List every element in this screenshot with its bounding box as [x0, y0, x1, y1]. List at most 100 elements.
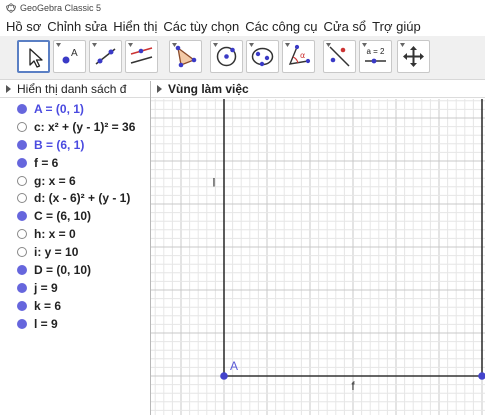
chevron-down-icon — [56, 43, 61, 47]
arrow-cursor-icon — [29, 48, 43, 68]
algebra-item[interactable]: C = (6, 10) — [0, 207, 150, 225]
polygon-icon — [175, 45, 197, 68]
toolbar: A α a = 2 — [0, 36, 485, 80]
graphics-view-title: Vùng làm việc — [168, 82, 249, 96]
visibility-toggle[interactable] — [17, 103, 27, 114]
algebra-list: A = (0, 1) c: x² + (y - 1)² = 36 B = (6, 1… — [0, 100, 150, 415]
conic-tool[interactable] — [246, 40, 279, 73]
collapse-triangle-icon[interactable] — [6, 85, 11, 93]
move-tool[interactable] — [17, 40, 50, 73]
chevron-down-icon — [128, 43, 133, 47]
circle-icon — [216, 46, 237, 67]
menu-window[interactable]: Cửa sổ — [324, 19, 367, 34]
algebra-view-header[interactable]: Hiển thị danh sách đ — [0, 81, 150, 98]
visibility-toggle[interactable] — [17, 282, 27, 293]
angle-icon: α — [288, 44, 311, 65]
visibility-toggle[interactable] — [17, 264, 27, 275]
algebra-item-text: j = 9 — [34, 280, 58, 295]
slider-tool[interactable]: a = 2 — [359, 40, 392, 73]
ellipse-icon — [251, 47, 274, 67]
collapse-triangle-icon[interactable] — [157, 85, 162, 93]
algebra-item-text: c: x² + (y - 1)² = 36 — [34, 119, 136, 134]
slider-value-label: a = 2 — [366, 47, 385, 56]
chevron-down-icon — [172, 43, 177, 47]
reflect-icon — [329, 46, 350, 67]
visibility-toggle[interactable] — [17, 157, 27, 168]
algebra-item[interactable]: d: (x - 6)² + (y - 1) — [0, 189, 150, 207]
algebra-item[interactable]: A = (0, 1) — [0, 100, 150, 118]
perpendicular-line-tool[interactable] — [125, 40, 158, 73]
chevron-down-icon — [92, 43, 97, 47]
algebra-item[interactable]: B = (6, 1) — [0, 136, 150, 154]
perpendicular-line-icon — [130, 47, 153, 64]
line-tool[interactable] — [89, 40, 122, 73]
point-B — [478, 372, 485, 380]
algebra-item[interactable]: j = 9 — [0, 279, 150, 297]
chevron-down-icon — [249, 43, 254, 47]
window-title: GeoGebra Classic 5 — [20, 3, 102, 13]
angle-alpha-label: α — [300, 51, 305, 60]
algebra-item-text: d: (x - 6)² + (y - 1) — [34, 191, 131, 206]
algebra-item[interactable]: D = (0, 10) — [0, 261, 150, 279]
visibility-toggle[interactable] — [17, 229, 27, 240]
angle-tool[interactable]: α — [282, 40, 315, 73]
circle-tool[interactable] — [210, 40, 243, 73]
chevron-down-icon — [213, 43, 218, 47]
svg-text:A: A — [71, 48, 78, 59]
menu-bar: Hồ sơ Chỉnh sửa Hiển thị Các tùy chọn Cá… — [0, 16, 485, 36]
geogebra-logo-icon — [6, 3, 16, 13]
algebra-item-text: D = (0, 10) — [34, 262, 92, 277]
chevron-down-icon — [285, 43, 290, 47]
move-view-icon — [403, 46, 424, 67]
algebra-item[interactable]: c: x² + (y - 1)² = 36 — [0, 118, 150, 136]
slider-icon: a = 2 — [365, 47, 386, 64]
algebra-item-text: h: x = 0 — [34, 227, 76, 242]
algebra-item[interactable]: g: x = 6 — [0, 172, 150, 190]
algebra-item[interactable]: l = 9 — [0, 315, 150, 333]
graphics-view[interactable]: fjklABCD — [151, 99, 485, 415]
chevron-down-icon — [400, 43, 405, 47]
menu-edit[interactable]: Chỉnh sửa — [47, 19, 107, 34]
algebra-item-text: C = (6, 10) — [34, 209, 92, 224]
graphics-view-header[interactable]: Vùng làm việc — [151, 81, 485, 98]
algebra-item[interactable]: f = 6 — [0, 154, 150, 172]
algebra-item[interactable]: k = 6 — [0, 297, 150, 315]
graphics-canvas[interactable]: fjklABCD — [151, 99, 485, 415]
move-graphics-tool[interactable] — [397, 40, 430, 73]
algebra-item[interactable]: i: y = 10 — [0, 243, 150, 261]
menu-options[interactable]: Các tùy chọn — [163, 19, 239, 34]
menu-help[interactable]: Trợ giúp — [372, 19, 421, 34]
algebra-item-text: f = 6 — [34, 155, 59, 170]
visibility-toggle[interactable] — [17, 247, 27, 258]
point-icon: A — [62, 48, 78, 64]
title-bar: GeoGebra Classic 5 — [0, 0, 485, 16]
algebra-item-text: A = (0, 1) — [34, 101, 84, 116]
visibility-toggle[interactable] — [17, 318, 27, 329]
algebra-view-title: Hiển thị danh sách đ — [17, 82, 127, 96]
algebra-item-text: i: y = 10 — [34, 245, 79, 260]
line-icon — [95, 48, 116, 65]
visibility-toggle[interactable] — [17, 300, 27, 311]
point-tool[interactable]: A — [53, 40, 86, 73]
polygon-tool[interactable] — [169, 40, 202, 73]
algebra-item-text: k = 6 — [34, 298, 62, 313]
grid — [151, 99, 485, 415]
menu-file[interactable]: Hồ sơ — [6, 19, 41, 34]
algebra-item-text: g: x = 6 — [34, 173, 76, 188]
segment-label: l — [213, 176, 216, 190]
reflect-tool[interactable] — [323, 40, 356, 73]
visibility-toggle[interactable] — [17, 193, 27, 204]
menu-tools[interactable]: Các công cụ — [245, 19, 317, 34]
chevron-down-icon — [326, 43, 331, 47]
segment-label: f — [351, 379, 355, 393]
visibility-toggle[interactable] — [17, 121, 27, 132]
visibility-toggle[interactable] — [17, 139, 27, 150]
algebra-item-text: l = 9 — [34, 316, 58, 331]
algebra-item[interactable]: h: x = 0 — [0, 225, 150, 243]
visibility-toggle[interactable] — [17, 175, 27, 186]
visibility-toggle[interactable] — [17, 211, 27, 222]
point-label: A — [230, 359, 238, 373]
chevron-down-icon — [362, 43, 367, 47]
point-A — [220, 372, 228, 380]
menu-view[interactable]: Hiển thị — [113, 19, 157, 34]
